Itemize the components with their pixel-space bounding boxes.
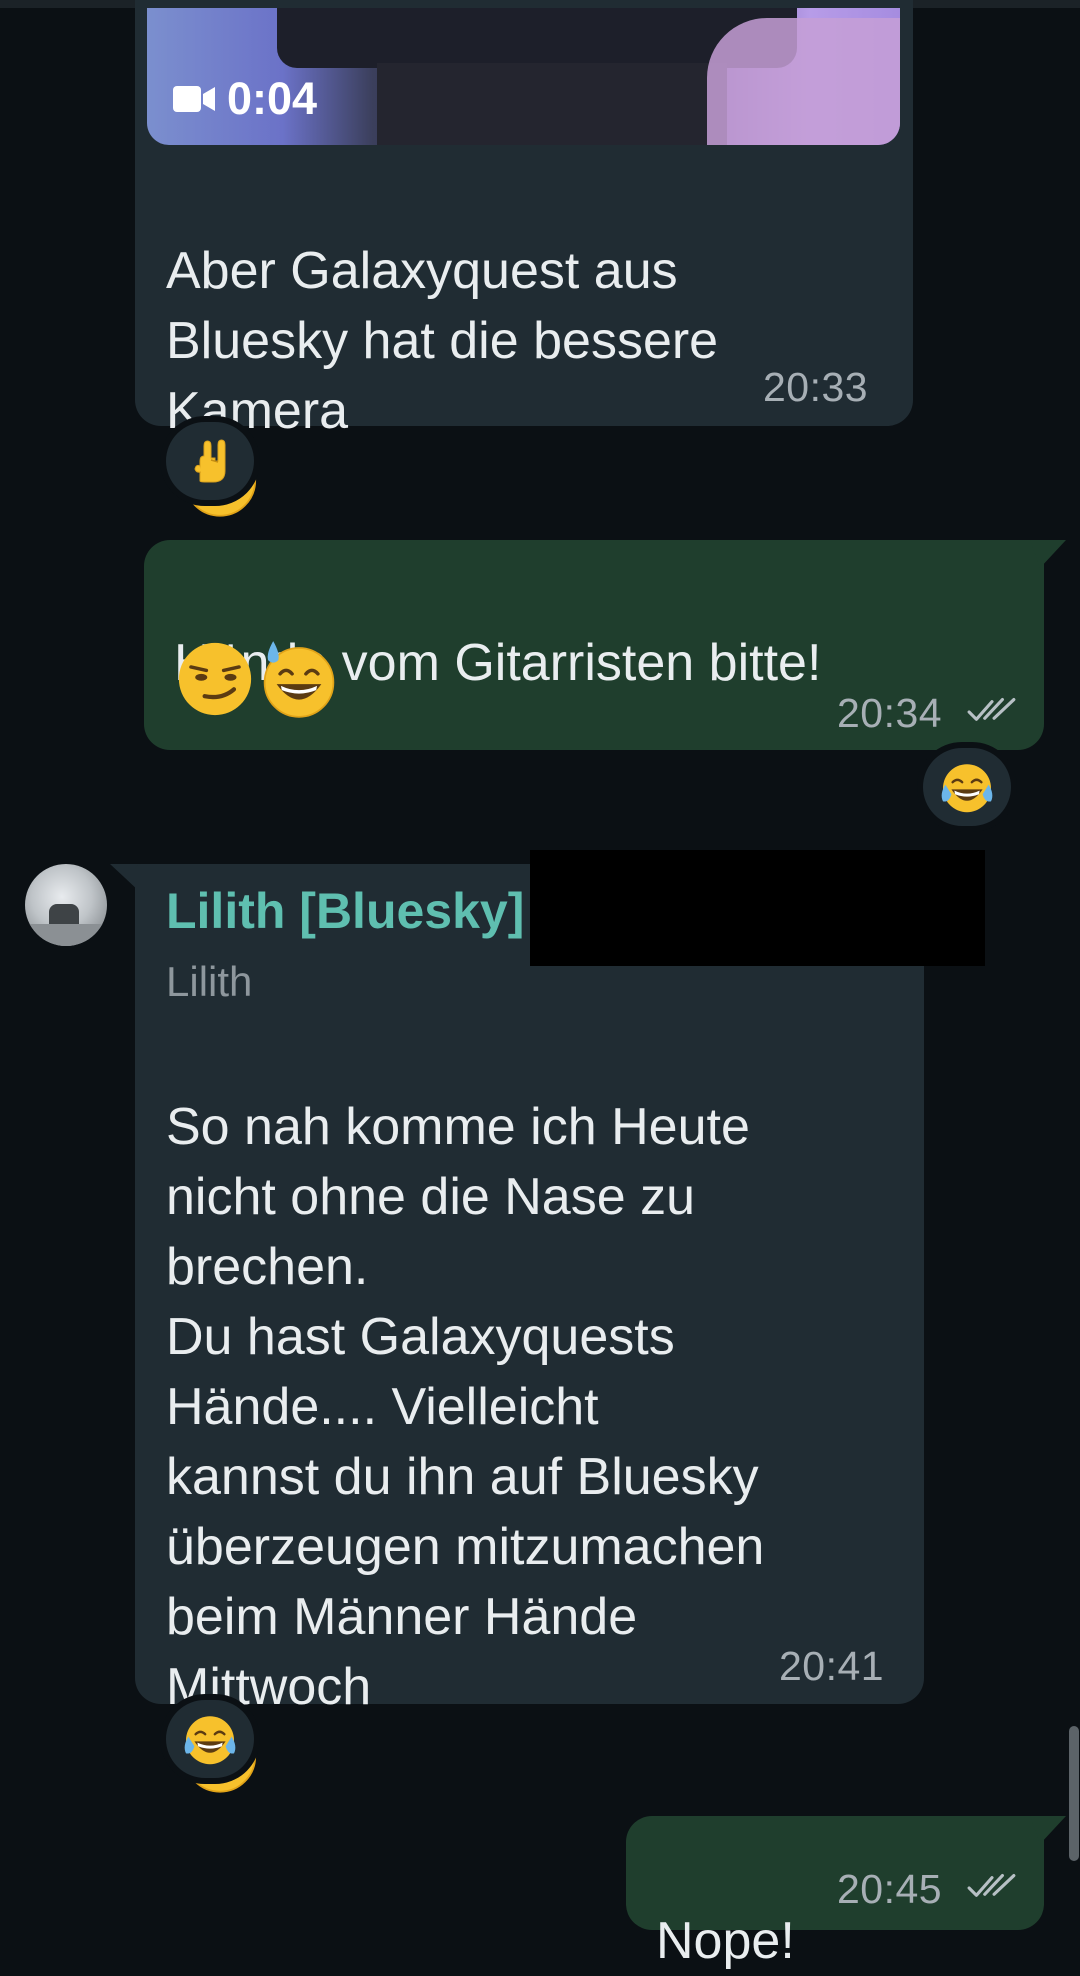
message-time: 20:33 — [763, 364, 869, 410]
bubble-tail — [1030, 540, 1066, 568]
reaction-badge[interactable] — [917, 742, 1017, 832]
sweat-smile-emoji — [256, 636, 342, 722]
reaction-badge[interactable] — [160, 416, 260, 506]
video-duration: 0:04 — [173, 73, 317, 125]
sender-username: Lilith — [166, 958, 253, 1005]
redaction-block — [530, 850, 985, 966]
message-time: 20:34 — [837, 690, 943, 736]
video-camera-icon — [173, 86, 215, 112]
avatar[interactable] — [25, 864, 107, 946]
scrollbar[interactable] — [1069, 1726, 1079, 1861]
emoji-row — [172, 636, 342, 722]
tears-of-joy-icon — [937, 757, 997, 817]
double-check-icon — [966, 1870, 1018, 1904]
double-check-icon — [966, 694, 1018, 728]
message-text: So nah komme ich Heute nicht ohne die Na… — [166, 1022, 764, 1797]
video-duration-text: 0:04 — [227, 73, 318, 124]
smirk-emoji — [172, 636, 258, 722]
reaction-badge[interactable] — [160, 1694, 260, 1784]
message-time: 20:41 — [779, 1643, 885, 1689]
sign-of-horns-icon — [185, 436, 235, 486]
message-time: 20:45 — [837, 1866, 943, 1912]
message-text: Nope! — [656, 1836, 795, 1976]
bubble-tail — [1030, 1816, 1066, 1844]
message-text-content: Nope! — [656, 1912, 795, 1970]
message-text-content: Aber Galaxyquest aus Bluesky hat die bes… — [166, 242, 719, 440]
message-text-content: So nah komme ich Heute nicht ohne die Na… — [166, 1098, 765, 1716]
tears-of-joy-icon — [180, 1709, 240, 1769]
sender-name[interactable]: Lilith [Bluesky] — [166, 882, 524, 940]
video-thumbnail[interactable]: 0:04 — [147, 8, 900, 145]
